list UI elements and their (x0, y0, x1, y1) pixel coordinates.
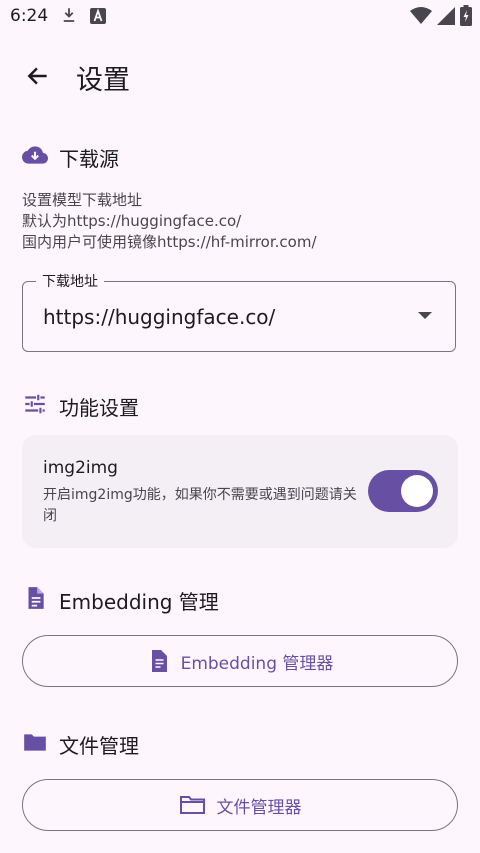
document-icon (151, 650, 167, 672)
cloud-download-icon (22, 146, 48, 164)
embedding-title: Embedding 管理 (59, 590, 219, 614)
file-manager-label: 文件管理器 (216, 797, 302, 818)
dropdown-arrow-icon[interactable] (418, 312, 432, 319)
file-management-title: 文件管理 (59, 734, 139, 758)
download-source-title: 下载源 (59, 147, 119, 171)
img2img-description: 开启img2img功能，如果你不需要或遇到问题请关闭 (43, 487, 357, 524)
app-notification-icon (90, 8, 106, 24)
folder-open-icon (179, 796, 205, 814)
embedding-manager-button[interactable]: Embedding 管理器 (22, 635, 458, 687)
img2img-title: img2img (43, 458, 118, 478)
arrow-back-icon (27, 67, 47, 85)
back-button[interactable] (16, 54, 60, 98)
toggle-thumb (401, 475, 433, 507)
download-icon (63, 8, 75, 22)
battery-icon (460, 5, 472, 26)
document-icon (28, 587, 44, 609)
img2img-toggle[interactable] (368, 470, 438, 512)
embedding-manager-label: Embedding 管理器 (180, 653, 334, 674)
description-line: 默认为https://huggingface.co/ (22, 212, 242, 230)
download-source-description: 设置模型下载地址 默认为https://huggingface.co/ 国内用户… (22, 190, 317, 253)
file-manager-button[interactable]: 文件管理器 (22, 779, 458, 831)
download-url-value: https://huggingface.co/ (43, 305, 276, 329)
status-bar: 6:24 (0, 0, 480, 34)
folder-icon (24, 734, 46, 751)
download-url-label: 下载地址 (36, 271, 104, 291)
tune-icon (25, 394, 45, 414)
description-line: 国内用户可使用镜像https://hf-mirror.com/ (22, 233, 317, 251)
signal-icon (437, 7, 455, 25)
feature-settings-title: 功能设置 (59, 396, 139, 420)
wifi-icon (410, 7, 432, 24)
description-line: 设置模型下载地址 (22, 191, 143, 209)
status-time: 6:24 (10, 6, 49, 26)
page-title: 设置 (76, 65, 130, 96)
